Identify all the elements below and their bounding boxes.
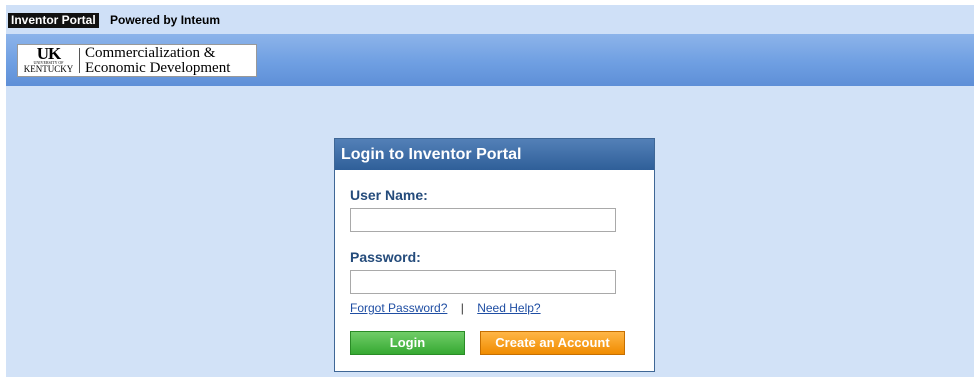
- password-input[interactable]: [350, 270, 616, 294]
- logo-divider: [79, 48, 80, 73]
- need-help-link[interactable]: Need Help?: [477, 301, 540, 315]
- username-input[interactable]: [350, 208, 616, 232]
- password-label: Password:: [350, 249, 421, 265]
- help-links: Forgot Password? | Need Help?: [350, 301, 541, 315]
- powered-by-label: Powered by Inteum: [110, 13, 221, 27]
- logo-line-2: Economic Development: [85, 60, 231, 76]
- forgot-password-link[interactable]: Forgot Password?: [350, 301, 447, 315]
- uk-logo: UK UNIVERSITY OF KENTUCKY Commercializat…: [17, 44, 257, 77]
- portal-name-label: Inventor Portal: [8, 13, 99, 28]
- logo-department-text: Commercialization & Economic Development: [85, 46, 230, 76]
- uk-kentucky-text: KENTUCKY: [23, 64, 74, 74]
- uk-letters: UK: [36, 44, 62, 63]
- login-panel: Login to Inventor Portal User Name: Pass…: [334, 138, 655, 372]
- login-panel-title: Login to Inventor Portal: [335, 139, 654, 170]
- uk-wordmark: UK UNIVERSITY OF KENTUCKY: [21, 44, 76, 74]
- link-separator: |: [460, 301, 464, 315]
- brand-banner: UK UNIVERSITY OF KENTUCKY Commercializat…: [6, 34, 974, 86]
- logo-line-1: Commercialization &: [85, 45, 216, 61]
- page: Inventor Portal Powered by Inteum UK UNI…: [0, 0, 974, 377]
- top-header-strip: Inventor Portal Powered by Inteum: [6, 5, 974, 34]
- username-label: User Name:: [350, 187, 428, 203]
- create-account-button[interactable]: Create an Account: [480, 331, 625, 355]
- login-button[interactable]: Login: [350, 331, 465, 355]
